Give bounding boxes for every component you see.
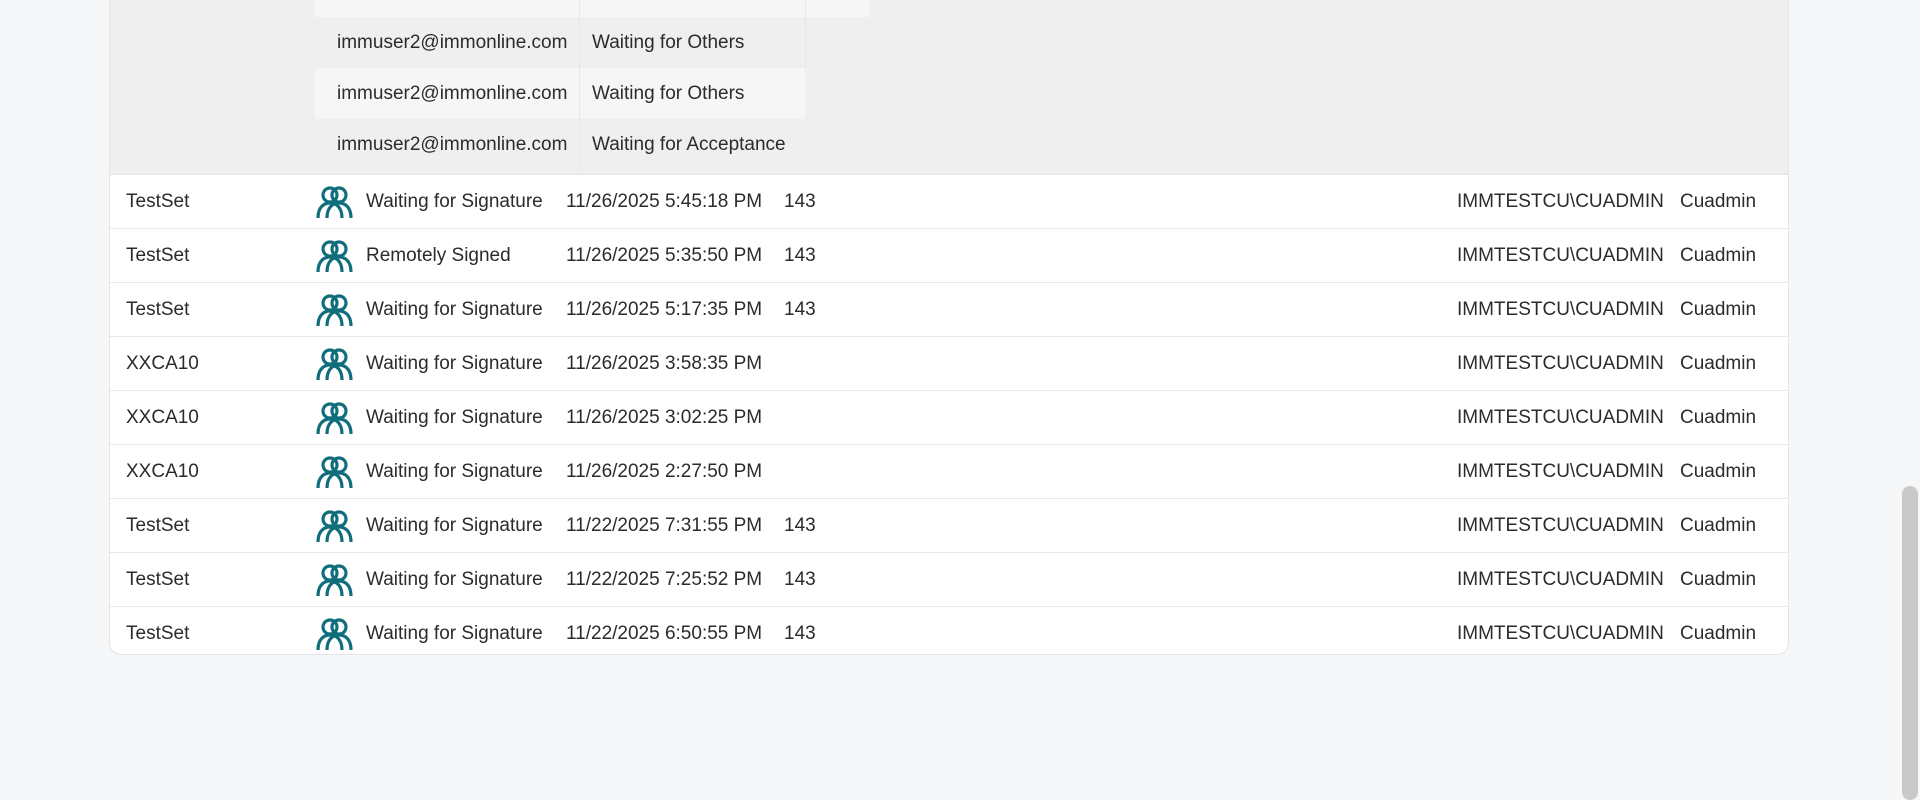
- owner-text: Cuadmin: [1680, 623, 1757, 644]
- detail-email: immuser2@immonline.com: [337, 32, 568, 53]
- detail-extra: [805, 0, 869, 17]
- document-name: TestSet: [126, 623, 190, 644]
- number-text: 143: [784, 569, 816, 590]
- date-text: 11/22/2025 6:50:55 PM: [566, 623, 763, 644]
- expanded-row-details: immuser2@immonline.com Waiting for Other…: [110, 0, 1788, 175]
- number-text: 143: [784, 299, 816, 320]
- detail-email: immuser2@immonline.com: [337, 134, 568, 155]
- user-text: IMMTESTCU\CUADMIN: [1457, 461, 1664, 482]
- user-text: IMMTESTCU\CUADMIN: [1457, 569, 1664, 590]
- owner-text: Cuadmin: [1680, 515, 1757, 536]
- user-text: IMMTESTCU\CUADMIN: [1457, 191, 1664, 212]
- detail-status: Waiting for Others: [579, 17, 805, 68]
- status-text: Waiting for Signature: [366, 569, 543, 590]
- status-text: Waiting for Signature: [366, 407, 543, 428]
- detail-status: Waiting for Others: [579, 68, 805, 119]
- status-text: Waiting for Signature: [366, 623, 543, 644]
- detail-row: immuser2@immonline.com Waiting for Accep…: [315, 119, 869, 170]
- document-name: TestSet: [126, 245, 190, 266]
- user-text: IMMTESTCU\CUADMIN: [1457, 353, 1664, 374]
- owner-text: Cuadmin: [1680, 353, 1757, 374]
- date-text: 11/26/2025 3:02:25 PM: [566, 407, 763, 428]
- table-row[interactable]: XXCA10 Waiting for Signature 11/26/2025 …: [110, 391, 1788, 445]
- number-text: 143: [784, 191, 816, 212]
- group-icon[interactable]: [314, 175, 354, 228]
- date-text: 11/26/2025 2:27:50 PM: [566, 461, 763, 482]
- table-row[interactable]: TestSet Waiting for Signature 11/22/2025…: [110, 607, 1788, 654]
- group-icon[interactable]: [314, 607, 354, 654]
- table-row[interactable]: TestSet Waiting for Signature 11/26/2025…: [110, 175, 1788, 229]
- date-text: 11/22/2025 7:31:55 PM: [566, 515, 763, 536]
- status-text: Waiting for Signature: [366, 515, 543, 536]
- document-name: TestSet: [126, 569, 190, 590]
- status-text: Waiting for Signature: [366, 191, 543, 212]
- number-text: 143: [784, 623, 816, 644]
- document-name: XXCA10: [126, 407, 199, 428]
- detail-row: [315, 0, 869, 17]
- date-text: 11/26/2025 5:45:18 PM: [566, 191, 763, 212]
- user-text: IMMTESTCU\CUADMIN: [1457, 407, 1664, 428]
- signer-detail-table: immuser2@immonline.com Waiting for Other…: [315, 0, 869, 170]
- number-text: 143: [784, 245, 816, 266]
- detail-status: Waiting for Acceptance: [579, 119, 805, 170]
- scrollbar-thumb[interactable]: [1902, 486, 1918, 800]
- detail-email: immuser2@immonline.com: [315, 68, 579, 119]
- owner-text: Cuadmin: [1680, 407, 1757, 428]
- vertical-scrollbar[interactable]: [1900, 0, 1920, 800]
- group-icon[interactable]: [314, 337, 354, 390]
- owner-text: Cuadmin: [1680, 245, 1757, 266]
- group-icon[interactable]: [314, 283, 354, 336]
- date-text: 11/26/2025 3:58:35 PM: [566, 353, 763, 374]
- status-text: Waiting for Signature: [366, 353, 543, 374]
- table-row[interactable]: TestSet Waiting for Signature 11/22/2025…: [110, 499, 1788, 553]
- user-text: IMMTESTCU\CUADMIN: [1457, 515, 1664, 536]
- number-text: 143: [784, 515, 816, 536]
- date-text: 11/26/2025 5:35:50 PM: [566, 245, 763, 266]
- user-text: IMMTESTCU\CUADMIN: [1457, 623, 1664, 644]
- detail-extra: [805, 17, 869, 68]
- group-icon[interactable]: [314, 391, 354, 444]
- date-text: 11/22/2025 7:25:52 PM: [566, 569, 763, 590]
- table-row[interactable]: TestSet Remotely Signed 11/26/2025 5:35:…: [110, 229, 1788, 283]
- status-text: Remotely Signed: [366, 245, 511, 266]
- document-name: TestSet: [126, 299, 190, 320]
- table-row[interactable]: XXCA10 Waiting for Signature 11/26/2025 …: [110, 337, 1788, 391]
- page: immuser2@immonline.com Waiting for Other…: [0, 0, 1920, 800]
- detail-email: [315, 0, 579, 17]
- document-name: TestSet: [126, 515, 190, 536]
- detail-status: [579, 0, 805, 17]
- group-icon[interactable]: [314, 553, 354, 606]
- user-text: IMMTESTCU\CUADMIN: [1457, 245, 1664, 266]
- owner-text: Cuadmin: [1680, 569, 1757, 590]
- table-row[interactable]: TestSet Waiting for Signature 11/22/2025…: [110, 553, 1788, 607]
- document-name: XXCA10: [126, 461, 199, 482]
- table-row[interactable]: TestSet Waiting for Signature 11/26/2025…: [110, 283, 1788, 337]
- group-icon[interactable]: [314, 499, 354, 552]
- detail-row: immuser2@immonline.com Waiting for Other…: [315, 17, 869, 68]
- group-icon[interactable]: [314, 229, 354, 282]
- documents-table: immuser2@immonline.com Waiting for Other…: [109, 0, 1789, 655]
- owner-text: Cuadmin: [1680, 461, 1757, 482]
- group-icon[interactable]: [314, 445, 354, 498]
- document-name: TestSet: [126, 191, 190, 212]
- user-text: IMMTESTCU\CUADMIN: [1457, 299, 1664, 320]
- detail-row: immuser2@immonline.com Waiting for Other…: [315, 68, 869, 119]
- owner-text: Cuadmin: [1680, 191, 1757, 212]
- date-text: 11/26/2025 5:17:35 PM: [566, 299, 763, 320]
- status-text: Waiting for Signature: [366, 461, 543, 482]
- document-name: XXCA10: [126, 353, 199, 374]
- status-text: Waiting for Signature: [366, 299, 543, 320]
- table-row[interactable]: XXCA10 Waiting for Signature 11/26/2025 …: [110, 445, 1788, 499]
- owner-text: Cuadmin: [1680, 299, 1757, 320]
